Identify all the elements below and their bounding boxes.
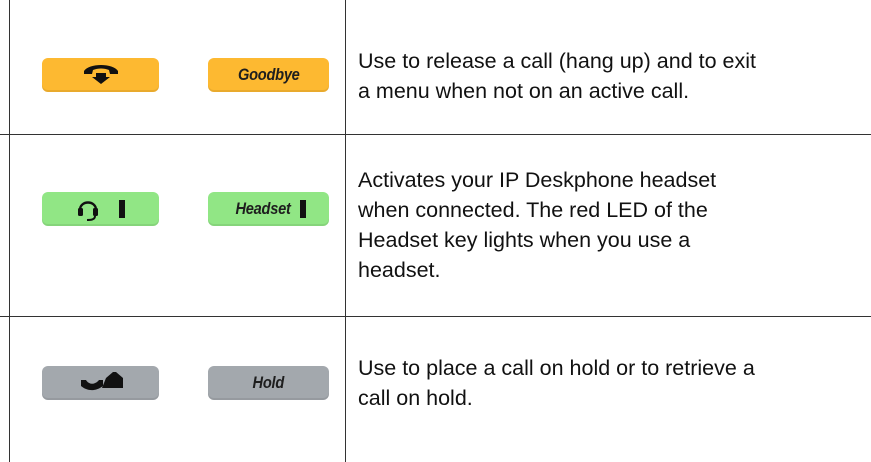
hold-key-label-button[interactable]: Hold [208,366,329,400]
key-description-table: Goodbye Use to release a call (hang up) … [0,0,871,462]
headset-key-label-button[interactable]: Headset [208,192,329,226]
table-row-headset: Headset Activates your IP Deskphone head… [0,134,871,316]
hold-handset-icon [79,370,123,397]
hold-key-text: Hold [252,373,285,392]
hold-key-icon-button[interactable] [42,366,159,400]
hold-description: Use to place a call on hold or to retrie… [358,353,858,413]
hang-up-handset-icon [83,61,119,90]
headset-icon [77,196,125,222]
headset-led-indicator [118,200,125,218]
description-line: Use to release a call (hang up) and to e… [358,49,756,73]
goodbye-key-label-button[interactable]: Goodbye [208,58,329,92]
description-line: when connected. The red LED of the [358,198,708,222]
description-line: Use to place a call on hold or to retrie… [358,356,755,380]
goodbye-description: Use to release a call (hang up) and to e… [358,46,858,106]
description-line: a menu when not on an active call. [358,79,690,103]
headset-description: Activates your IP Deskphone headset when… [358,165,858,285]
description-line: Activates your IP Deskphone headset [358,168,717,192]
headset-key-text: Headset [235,199,292,218]
description-line: headset. [358,258,441,282]
headset-key-icon-button[interactable] [42,192,159,226]
table-row-hold: Hold Use to place a call on hold or to r… [0,316,871,462]
table-row-goodbye: Goodbye Use to release a call (hang up) … [0,0,871,134]
goodbye-key-icon-button[interactable] [42,58,159,92]
headset-led-indicator [299,200,306,218]
description-line: call on hold. [358,386,473,410]
description-line: Headset key lights when you use a [358,228,691,252]
goodbye-key-text: Goodbye [237,65,300,84]
